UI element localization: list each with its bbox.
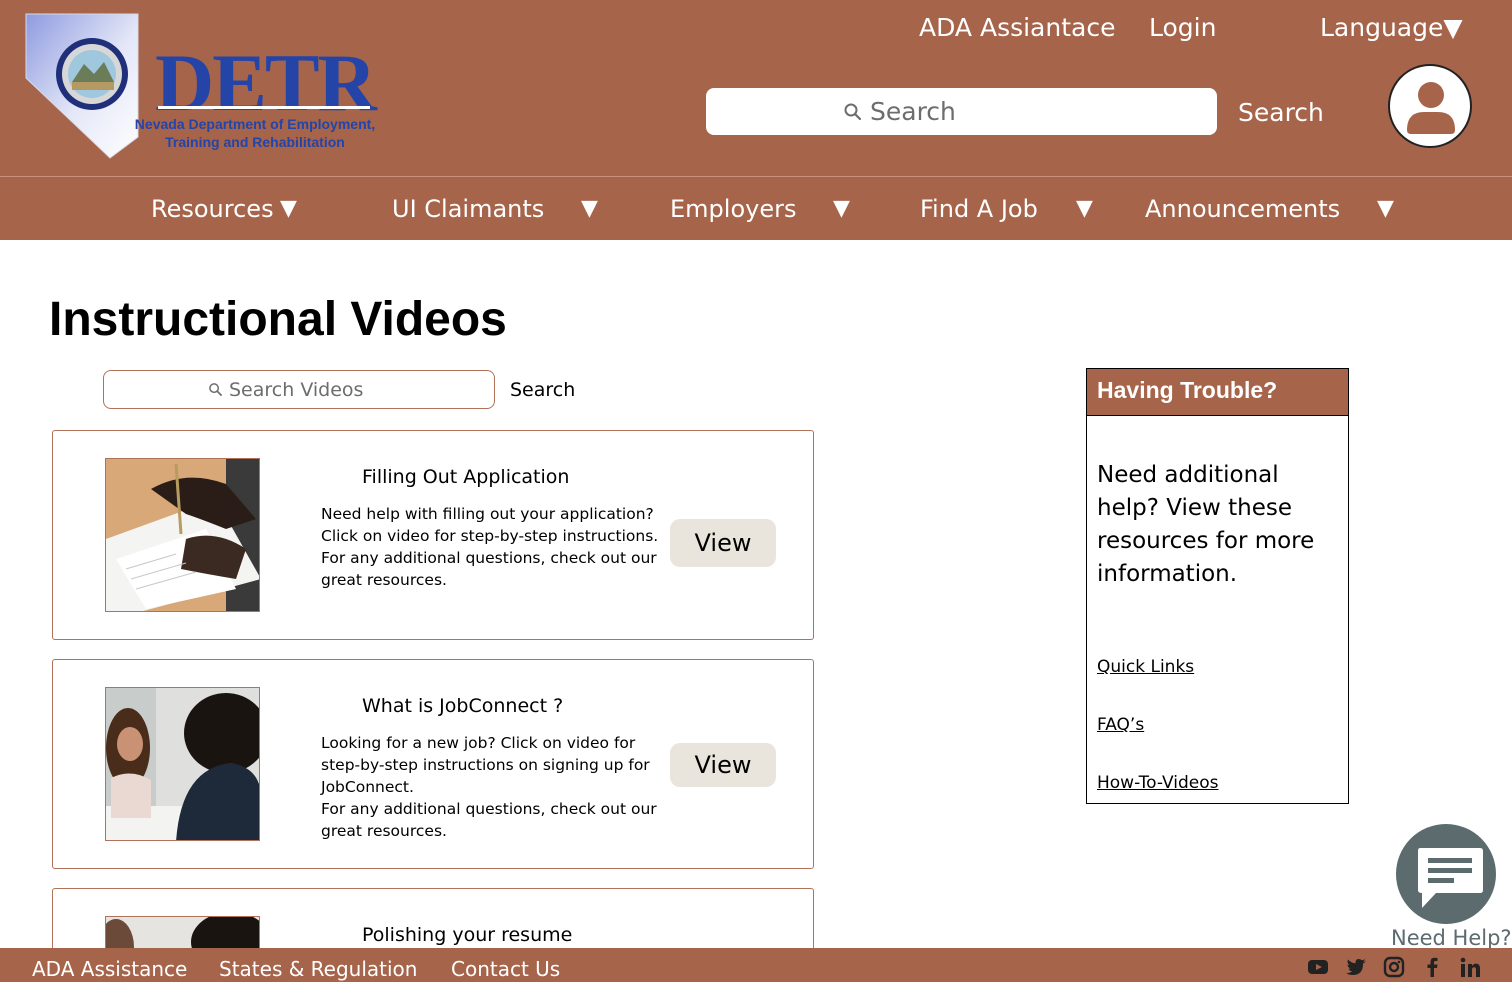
logo-subtitle-line1: Nevada Department of Employment, xyxy=(134,116,376,132)
page: DETR Nevada Department of Employment, Tr… xyxy=(0,0,1512,982)
how-to-videos-link[interactable]: How-To-Videos xyxy=(1097,772,1219,794)
video-search-button[interactable]: Search xyxy=(510,378,575,402)
linkedin-icon[interactable] xyxy=(1459,956,1481,978)
nav-item-announcements[interactable]: Announcements xyxy=(1145,193,1340,225)
logo-wordmark: DETR xyxy=(155,37,377,128)
nav-item-find-a-job[interactable]: Find A Job xyxy=(920,193,1038,225)
site-search-button[interactable]: Search xyxy=(1238,97,1324,129)
nav-item-employers[interactable]: Employers xyxy=(670,193,796,225)
logo-subtitle-line2: Training and Rehabilitation xyxy=(165,134,345,150)
nav-caret-employers[interactable]: ▼ xyxy=(833,193,850,225)
footer-ada-assistance-link[interactable]: ADA Assistance xyxy=(32,956,187,982)
video-title: Polishing your resume xyxy=(362,924,573,946)
video-search-placeholder: Search Videos xyxy=(229,379,364,401)
user-avatar[interactable] xyxy=(1388,64,1472,148)
search-icon xyxy=(844,103,862,121)
footer-contact-us-link[interactable]: Contact Us xyxy=(451,956,560,982)
faqs-link[interactable]: FAQ’s xyxy=(1097,714,1144,736)
quick-links-link[interactable]: Quick Links xyxy=(1097,656,1194,678)
language-dropdown[interactable]: Language▼ xyxy=(1320,12,1463,44)
instagram-icon[interactable] xyxy=(1383,956,1405,978)
ada-assistance-link[interactable]: ADA Assiantace xyxy=(919,12,1115,44)
signing-document-image xyxy=(106,459,259,611)
having-trouble-heading: Having Trouble? xyxy=(1097,377,1278,403)
nav-item-resources[interactable]: Resources xyxy=(151,193,274,225)
footer-states-regulation-link[interactable]: States & Regulation xyxy=(219,956,417,982)
view-video-button[interactable]: View xyxy=(670,519,776,567)
video-description: Need help with filling out your applicat… xyxy=(321,505,659,589)
logo-divider xyxy=(158,106,370,109)
site-search-placeholder: Search xyxy=(870,97,956,126)
twitter-icon[interactable] xyxy=(1345,956,1367,978)
nav-caret-ui-claimants[interactable]: ▼ xyxy=(581,193,598,225)
search-icon xyxy=(209,383,222,396)
video-card: What is JobConnect ? Looking for a new j… xyxy=(52,659,814,869)
having-trouble-text: Need additional help? View these resourc… xyxy=(1097,462,1315,587)
detr-logo[interactable]: DETR Nevada Department of Employment, Tr… xyxy=(20,12,380,162)
user-circle-icon xyxy=(1407,82,1455,134)
need-help-button[interactable] xyxy=(1396,824,1496,924)
youtube-icon[interactable] xyxy=(1307,956,1329,978)
video-title: Filling Out Application xyxy=(362,466,570,488)
view-video-button[interactable]: View xyxy=(670,743,776,787)
job-interview-image xyxy=(106,688,259,840)
having-trouble-panel: Having Trouble? Need additional help? Vi… xyxy=(1086,368,1349,804)
nav-item-ui-claimants[interactable]: UI Claimants xyxy=(392,193,544,225)
video-thumbnail[interactable] xyxy=(105,687,260,841)
video-card: Filling Out Application Need help with f… xyxy=(52,430,814,640)
having-trouble-header: Having Trouble? xyxy=(1087,369,1348,416)
nav-caret-resources[interactable]: ▼ xyxy=(280,193,297,225)
video-description-line: Looking for a new job? Click on video fo… xyxy=(321,734,650,796)
facebook-icon[interactable] xyxy=(1421,956,1443,978)
video-search-input[interactable]: Search Videos xyxy=(103,370,495,409)
site-footer: ADA Assistance States & Regulation Conta… xyxy=(0,948,1512,982)
logo-subtitle: Nevada Department of Employment, Trainin… xyxy=(130,115,380,151)
site-header: DETR Nevada Department of Employment, Tr… xyxy=(0,0,1512,176)
video-thumbnail[interactable] xyxy=(105,458,260,612)
video-title: What is JobConnect ? xyxy=(362,695,564,717)
main-nav: Resources ▼ UI Claimants ▼ Employers ▼ F… xyxy=(0,176,1512,240)
nav-caret-announcements[interactable]: ▼ xyxy=(1377,193,1394,225)
site-search-input[interactable]: Search xyxy=(706,88,1217,135)
chat-bubble-icon xyxy=(1396,824,1496,924)
video-description-line: For any additional questions, check out … xyxy=(321,800,657,840)
login-link[interactable]: Login xyxy=(1149,12,1216,44)
video-description: Looking for a new job? Click on video fo… xyxy=(321,732,661,842)
nav-caret-find-a-job[interactable]: ▼ xyxy=(1076,193,1093,225)
page-title: Instructional Videos xyxy=(49,293,507,346)
